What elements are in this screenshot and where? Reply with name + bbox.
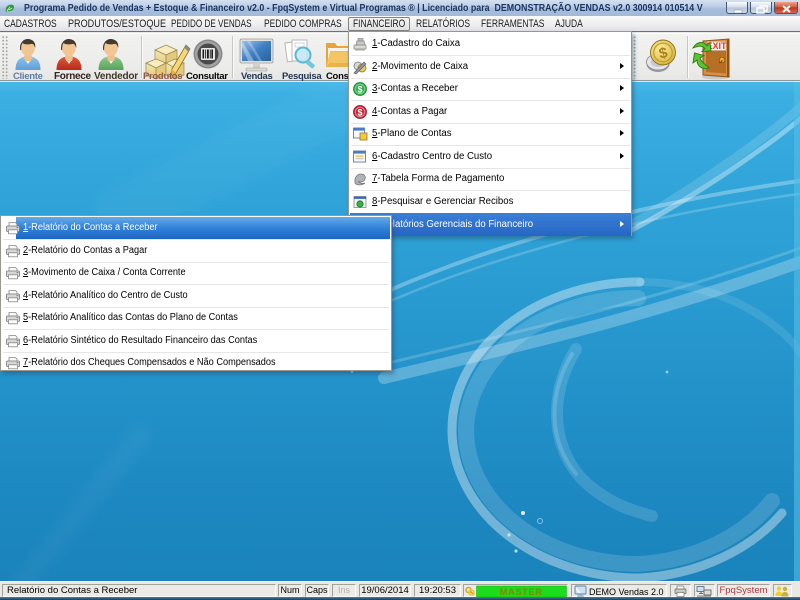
svg-text:$: $: [357, 85, 362, 95]
svg-text:$: $: [357, 107, 362, 117]
svg-text:DEMO Vendas 2.0: DEMO Vendas 2.0: [589, 587, 664, 597]
